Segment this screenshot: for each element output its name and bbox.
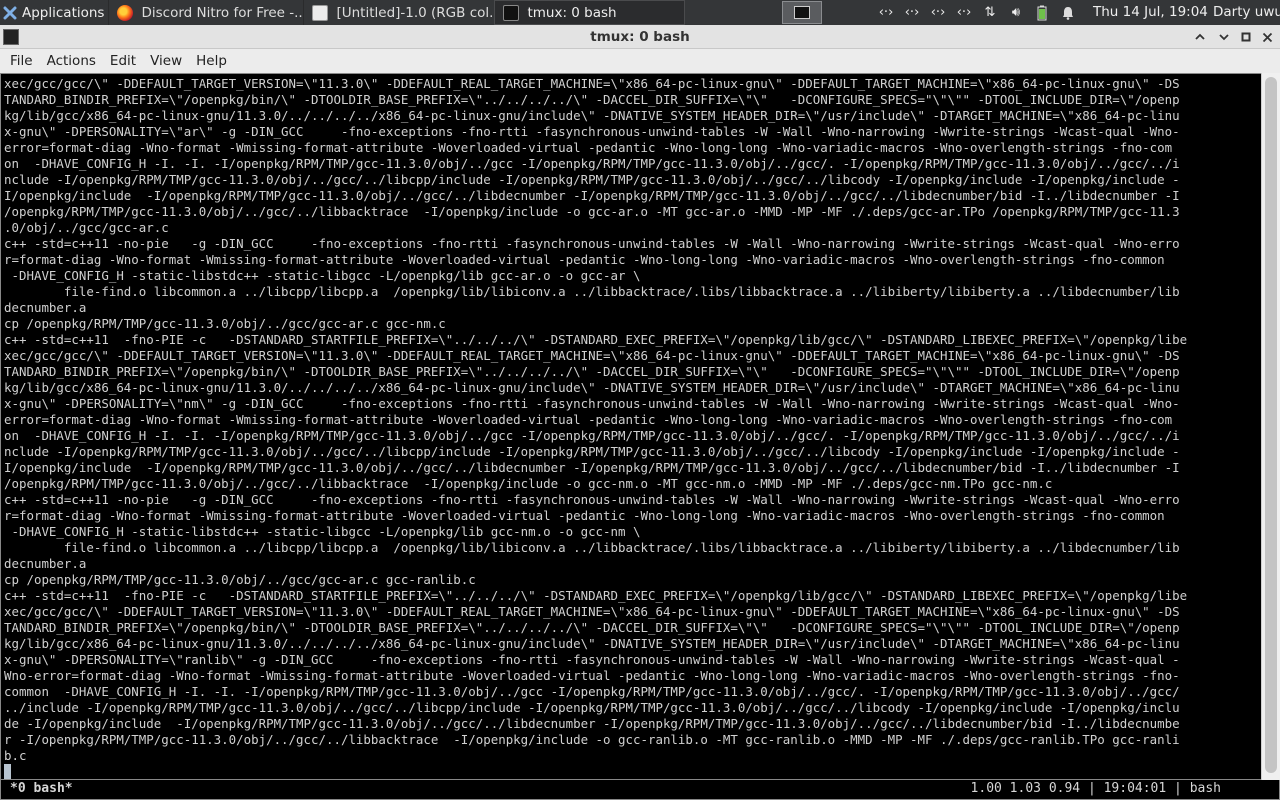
network-arrows-icon[interactable]: ‹·› xyxy=(928,3,948,23)
terminal-line: error=format-diag -Wno-format -Wmissing-… xyxy=(4,140,1173,155)
terminal-line: kg/lib/gcc/x86_64-pc-linux-gnu/11.3.0/..… xyxy=(4,636,1180,651)
network-arrows-icon[interactable]: ‹·› xyxy=(902,3,922,23)
system-tray: ‹·› ‹·› ‹·› ‹·› ⇅ 🔊︎ xyxy=(876,0,1078,25)
terminal-line: /openpkg/RPM/TMP/gcc-11.3.0/obj/../gcc/.… xyxy=(4,476,1053,491)
top-panel: Applications Discord Nitro for Free -...… xyxy=(0,0,1280,25)
taskbar-item-label: [Untitled]-1.0 (RGB col... xyxy=(336,4,495,21)
maximize-button[interactable] xyxy=(1238,29,1254,45)
volume-icon[interactable]: 🔊︎ xyxy=(1006,3,1026,23)
terminal-line: c++ -std=c++11 -no-pie -g -DIN_GCC -fno-… xyxy=(4,492,1180,507)
terminal-line: xec/gcc/gcc/\" -DDEFAULT_TARGET_VERSION=… xyxy=(4,604,1180,619)
terminal-line: file-find.o libcommon.a ../libcpp/libcpp… xyxy=(4,540,1180,555)
menu-help[interactable]: Help xyxy=(189,53,234,69)
terminal-line: r=format-diag -Wno-format -Wmissing-form… xyxy=(4,508,1165,523)
clock[interactable]: Thu 14 Jul, 19:04 xyxy=(1093,4,1208,20)
terminal-line: c++ -std=c++11 -fno-PIE -c -DSTANDARD_ST… xyxy=(4,332,1188,347)
terminal-line: de -I/openpkg/include -I/openpkg/RPM/TMP… xyxy=(4,716,1180,731)
terminal-line: r=format-diag -Wno-format -Wmissing-form… xyxy=(4,252,1165,267)
taskbar-item-terminal[interactable]: tmux: 0 bash xyxy=(494,0,686,25)
terminal-line: TANDARD_BINDIR_PREFIX=\"/openpkg/bin/\" … xyxy=(4,620,1180,635)
terminal-line: x-gnu\" -DPERSONALITY=\"nm\" -g -DIN_GCC… xyxy=(4,396,1180,411)
terminal-line: on -DHAVE_CONFIG_H -I. -I. -I/openpkg/RP… xyxy=(4,156,1180,171)
terminal-line: r -I/openpkg/RPM/TMP/gcc-11.3.0/obj/../g… xyxy=(4,732,1180,747)
gimp-icon xyxy=(312,4,329,21)
terminal-line: cp /openpkg/RPM/TMP/gcc-11.3.0/obj/../gc… xyxy=(4,316,446,331)
minimize-button[interactable] xyxy=(1192,29,1208,45)
battery-icon[interactable] xyxy=(1032,3,1052,23)
tmux-status-bar: *0 bash* 1.00 1.03 0.94 | 19:04:01 | bas… xyxy=(0,780,1280,800)
tmux-window-list[interactable]: *0 bash* xyxy=(10,781,73,796)
menu-view[interactable]: View xyxy=(143,53,189,69)
terminal-scrollbar[interactable] xyxy=(1261,73,1280,780)
minimize-down-button[interactable] xyxy=(1216,29,1232,45)
terminal-line: c++ -std=c++11 -fno-PIE -c -DSTANDARD_ST… xyxy=(4,588,1188,603)
terminal-line: .0/obj/../gcc/gcc-ar.c xyxy=(4,220,169,235)
terminal-line: decnumber.a xyxy=(4,556,87,571)
taskbar-item-label: Discord Nitro for Free -... xyxy=(141,4,304,21)
applications-menu[interactable]: Applications xyxy=(0,0,108,25)
network-arrows-icon[interactable]: ‹·› xyxy=(876,3,896,23)
terminal-line: nclude -I/openpkg/RPM/TMP/gcc-11.3.0/obj… xyxy=(4,172,1180,187)
applications-menu-label: Applications xyxy=(22,4,105,21)
taskbar-item-label: tmux: 0 bash xyxy=(527,4,617,21)
workspace-switcher[interactable] xyxy=(782,1,822,24)
user-menu[interactable]: Darty uwu xyxy=(1213,4,1280,20)
close-button[interactable] xyxy=(1259,29,1275,45)
workspace-thumbnail xyxy=(794,6,810,19)
scrollbar-thumb[interactable] xyxy=(1265,77,1277,773)
chevron-up-icon xyxy=(1195,33,1205,40)
taskbar-item-firefox[interactable]: Discord Nitro for Free -... xyxy=(108,0,303,25)
terminal-line: I/openpkg/include -I/openpkg/RPM/TMP/gcc… xyxy=(4,460,1180,475)
terminal-line: x-gnu\" -DPERSONALITY=\"ranlib\" -g -DIN… xyxy=(4,652,1180,667)
chevron-down-icon xyxy=(1219,34,1229,41)
xfce-x-icon xyxy=(3,6,17,19)
terminal-line: TANDARD_BINDIR_PREFIX=\"/openpkg/bin/\" … xyxy=(4,364,1180,379)
taskbar-item-gimp[interactable]: [Untitled]-1.0 (RGB col... xyxy=(303,0,494,25)
terminal-line: decnumber.a xyxy=(4,300,87,315)
terminal-line: on -DHAVE_CONFIG_H -I. -I. -I/openpkg/RP… xyxy=(4,428,1180,443)
terminal-line: b.c xyxy=(4,748,27,763)
terminal-line: xec/gcc/gcc/\" -DDEFAULT_TARGET_VERSION=… xyxy=(4,348,1180,363)
terminal-line: -DHAVE_CONFIG_H -static-libstdc++ -stati… xyxy=(4,268,641,283)
notification-bell-icon[interactable] xyxy=(1058,3,1078,23)
terminal-line: I/openpkg/include -I/openpkg/RPM/TMP/gcc… xyxy=(4,188,1180,203)
terminal-line: xec/gcc/gcc/\" -DDEFAULT_TARGET_VERSION=… xyxy=(4,76,1180,91)
terminal-line: error=format-diag -Wno-format -Wmissing-… xyxy=(4,412,1173,427)
terminal-line: nclude -I/openpkg/RPM/TMP/gcc-11.3.0/obj… xyxy=(4,444,1180,459)
firefox-icon xyxy=(117,4,134,21)
terminal-line: /openpkg/RPM/TMP/gcc-11.3.0/obj/../gcc/.… xyxy=(4,204,1180,219)
network-transfer-icon[interactable]: ⇅ xyxy=(980,3,1000,23)
menu-bar: File Actions Edit View Help xyxy=(0,49,1280,73)
menu-actions[interactable]: Actions xyxy=(40,53,103,69)
menu-edit[interactable]: Edit xyxy=(103,53,143,69)
tmux-status-right: 1.00 1.03 0.94 | 19:04:01 | bash xyxy=(970,781,1221,796)
menu-file[interactable]: File xyxy=(3,53,40,69)
terminal-line: TANDARD_BINDIR_PREFIX=\"/openpkg/bin/\" … xyxy=(4,92,1180,107)
terminal-line: cp /openpkg/RPM/TMP/gcc-11.3.0/obj/../gc… xyxy=(4,572,476,587)
network-arrows-icon[interactable]: ‹·› xyxy=(954,3,974,23)
maximize-icon xyxy=(1241,32,1251,42)
terminal-line: Wno-error=format-diag -Wno-format -Wmiss… xyxy=(4,668,1180,683)
terminal-line: c++ -std=c++11 -no-pie -g -DIN_GCC -fno-… xyxy=(4,236,1180,251)
window-titlebar[interactable]: tmux: 0 bash xyxy=(0,25,1280,49)
terminal-line: common -DHAVE_CONFIG_H -I. -I. -I/openpk… xyxy=(4,684,1180,699)
close-icon xyxy=(1262,32,1272,42)
terminal-line: kg/lib/gcc/x86_64-pc-linux-gnu/11.3.0/..… xyxy=(4,108,1180,123)
terminal-line: file-find.o libcommon.a ../libcpp/libcpp… xyxy=(4,284,1180,299)
terminal-icon xyxy=(503,4,520,21)
window-title: tmux: 0 bash xyxy=(590,29,690,45)
terminal-output[interactable]: xec/gcc/gcc/\" -DDEFAULT_TARGET_VERSION=… xyxy=(0,73,1280,780)
terminal-line: ../include -I/openpkg/RPM/TMP/gcc-11.3.0… xyxy=(4,700,1180,715)
terminal-line: kg/lib/gcc/x86_64-pc-linux-gnu/11.3.0/..… xyxy=(4,380,1180,395)
terminal-text: xec/gcc/gcc/\" -DDEFAULT_TARGET_VERSION=… xyxy=(4,76,1260,764)
terminal-cursor xyxy=(4,764,11,779)
terminal-line: x-gnu\" -DPERSONALITY=\"ar\" -g -DIN_GCC… xyxy=(4,124,1180,139)
terminal-line: -DHAVE_CONFIG_H -static-libstdc++ -stati… xyxy=(4,524,641,539)
